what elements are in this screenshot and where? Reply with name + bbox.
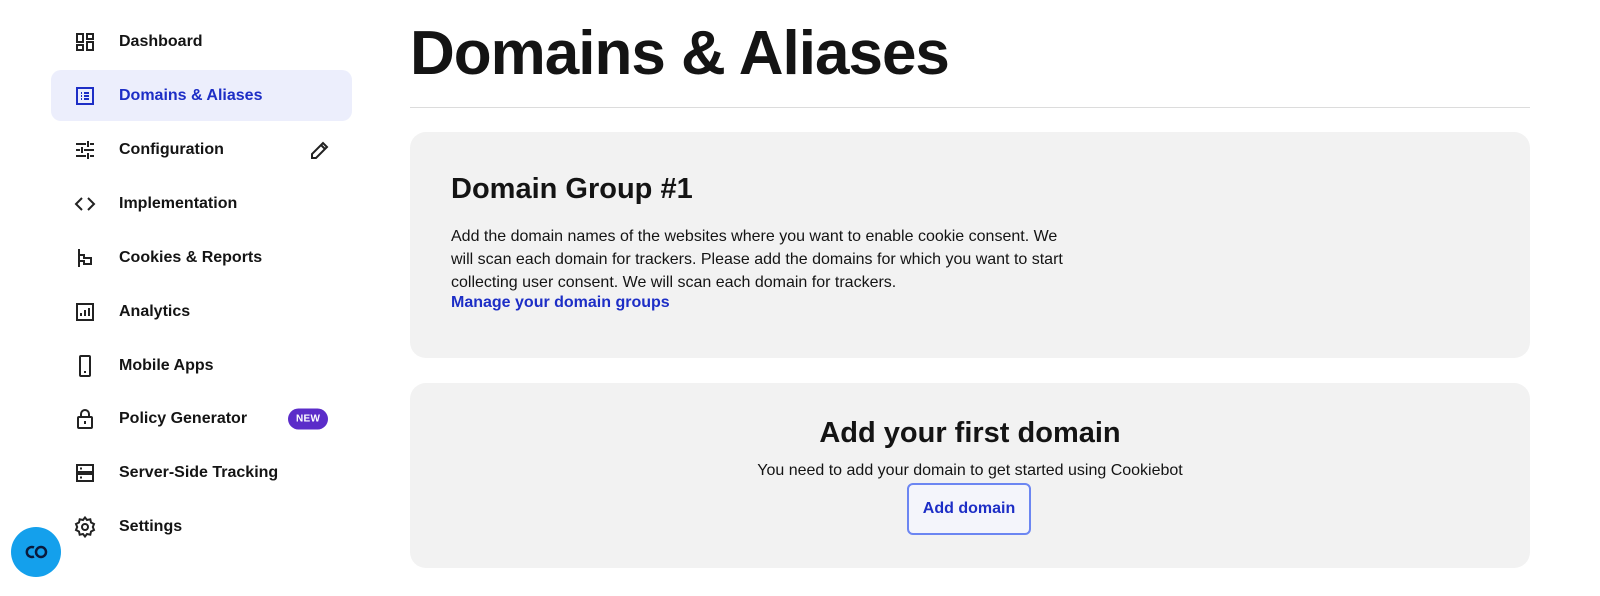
sidebar-item-policy-generator[interactable]: Policy Generator NEW — [51, 393, 352, 444]
sidebar-item-label: Server-Side Tracking — [119, 463, 279, 481]
sidebar-item-label: Domains & Aliases — [119, 86, 263, 104]
add-domain-button[interactable]: Add domain — [907, 483, 1031, 535]
server-icon — [73, 461, 97, 485]
flag-icon — [73, 246, 97, 270]
sidebar: Dashboard Domains & Aliases Configuratio… — [0, 0, 380, 596]
sidebar-item-label: Analytics — [119, 302, 191, 320]
sliders-icon — [73, 138, 97, 162]
dashboard-icon — [73, 30, 97, 54]
domain-group-card: Domain Group #1 Add the domain names of … — [410, 132, 1530, 358]
sidebar-item-server-side-tracking[interactable]: Server-Side Tracking — [51, 447, 352, 498]
phone-icon — [73, 354, 97, 378]
page-title: Domains & Aliases — [410, 19, 950, 88]
first-domain-subtitle: You need to add your domain to get start… — [757, 462, 1183, 479]
sidebar-item-configuration[interactable]: Configuration — [51, 124, 352, 175]
bar-chart-icon — [73, 300, 97, 324]
sidebar-item-label: Cookies & Reports — [119, 248, 263, 266]
new-badge: NEW — [288, 408, 329, 429]
first-domain-card: Add your first domain You need to add yo… — [410, 383, 1530, 568]
sidebar-item-cookies-reports[interactable]: Cookies & Reports — [51, 232, 352, 283]
cookiebot-logo-icon — [22, 544, 50, 560]
sidebar-item-label: Settings — [119, 517, 183, 535]
sidebar-item-settings[interactable]: Settings — [51, 501, 352, 552]
cookiebot-fab-button[interactable] — [11, 527, 61, 577]
sidebar-item-dashboard[interactable]: Dashboard — [51, 16, 352, 67]
first-domain-title: Add your first domain — [819, 417, 1121, 449]
sidebar-item-implementation[interactable]: Implementation — [51, 178, 352, 229]
sidebar-item-label: Configuration — [119, 140, 224, 158]
lock-icon — [73, 407, 97, 431]
domain-group-description: Add the domain names of the websites whe… — [451, 228, 1063, 291]
domain-group-title: Domain Group #1 — [451, 173, 693, 205]
sidebar-item-domains-aliases[interactable]: Domains & Aliases — [51, 70, 352, 121]
title-divider — [410, 107, 1530, 108]
sidebar-item-label: Mobile Apps — [119, 356, 214, 374]
sidebar-item-analytics[interactable]: Analytics — [51, 286, 352, 337]
gear-icon — [73, 515, 97, 539]
pencil-icon[interactable] — [308, 138, 332, 162]
sidebar-item-label: Policy Generator — [119, 409, 248, 427]
list-icon — [73, 84, 97, 108]
manage-domain-groups-link[interactable]: Manage your domain groups — [451, 294, 670, 312]
code-icon — [73, 192, 97, 216]
sidebar-item-label: Dashboard — [119, 32, 203, 50]
sidebar-item-label: Implementation — [119, 194, 238, 212]
sidebar-item-mobile-apps[interactable]: Mobile Apps — [51, 340, 352, 391]
